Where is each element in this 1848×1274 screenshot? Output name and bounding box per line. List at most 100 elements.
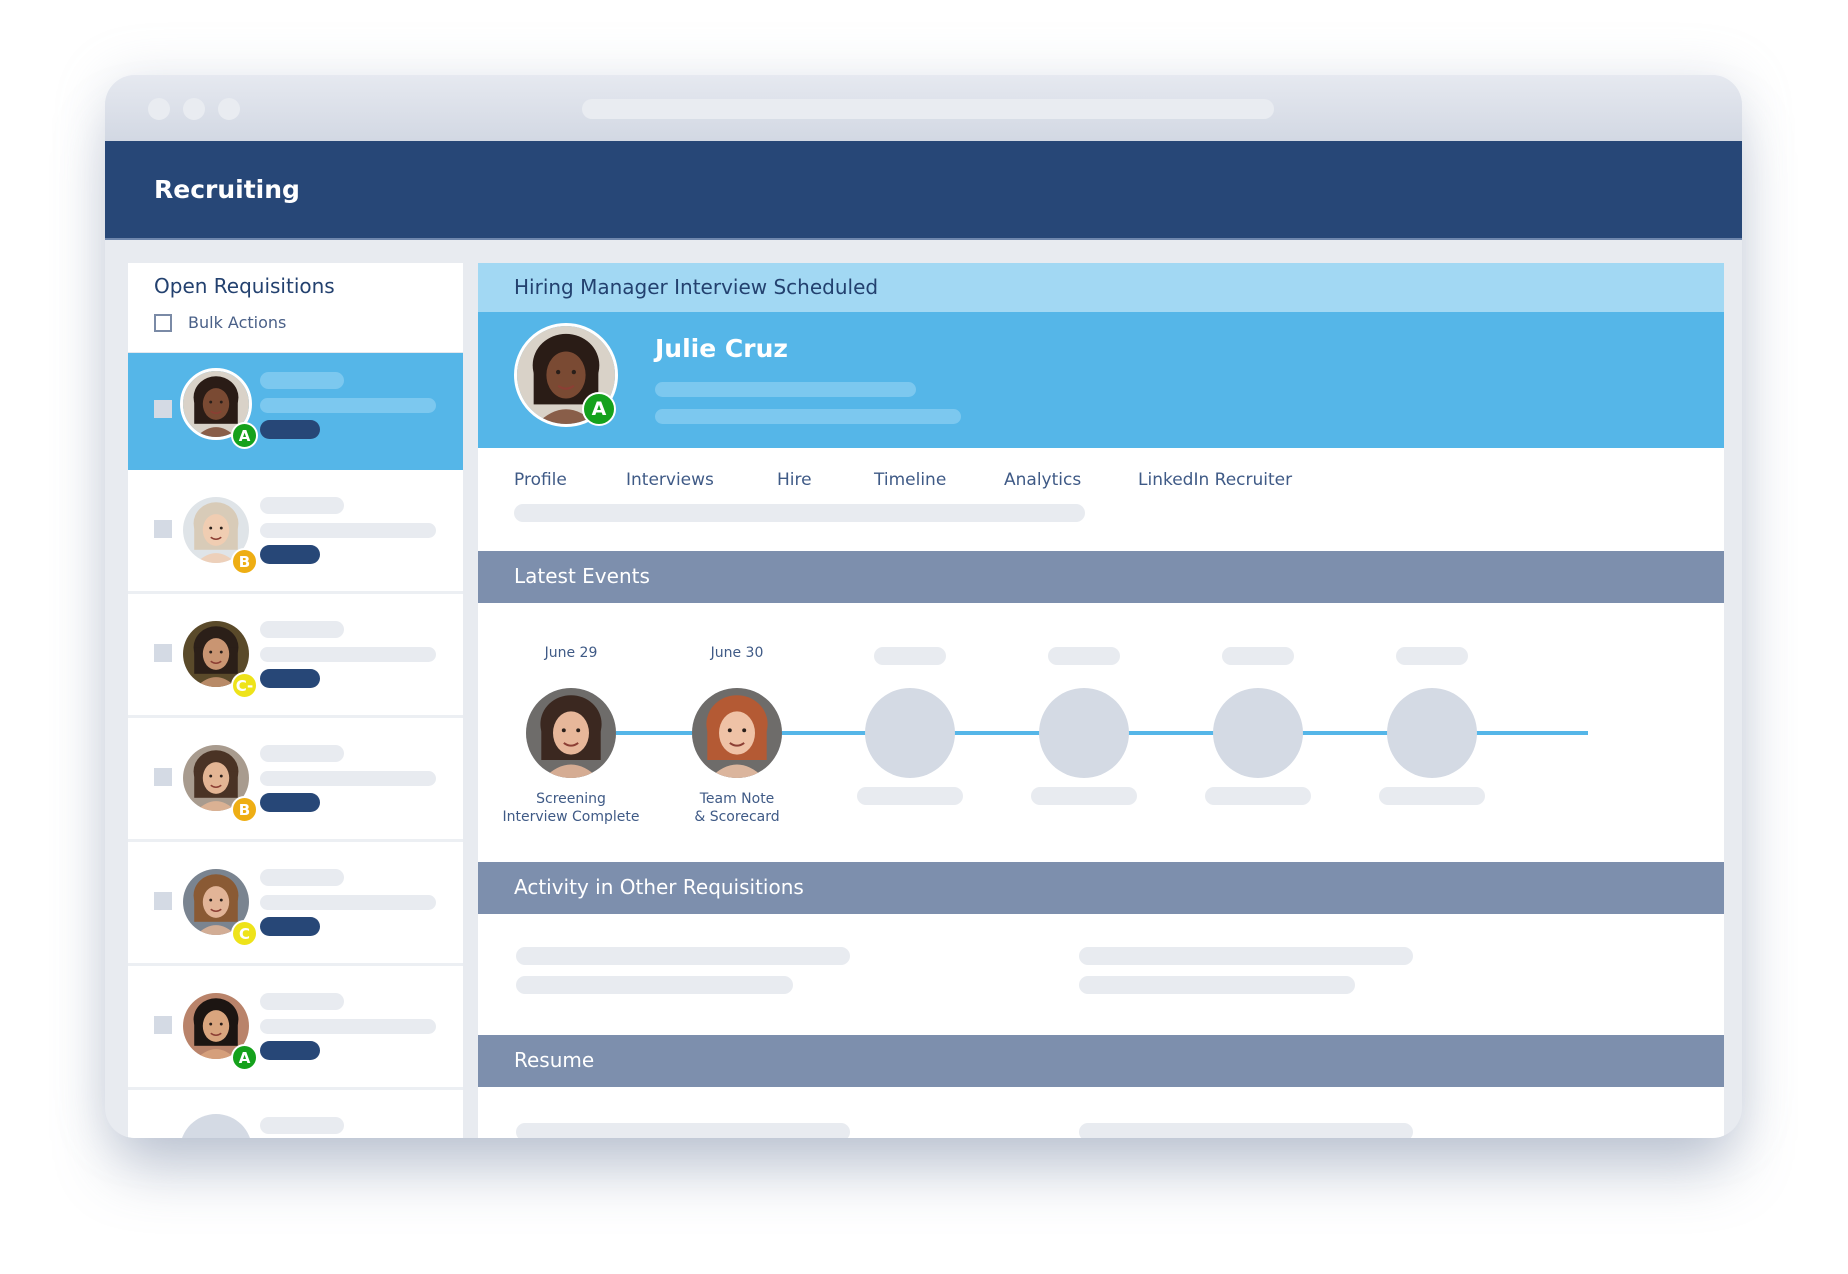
event-label-line: Team Note bbox=[699, 791, 775, 807]
bulk-actions-toggle[interactable]: Bulk Actions bbox=[154, 313, 286, 332]
candidate-detail-placeholder bbox=[655, 409, 961, 424]
candidate-checkbox[interactable] bbox=[154, 892, 172, 910]
tab-linkedin-recruiter[interactable]: LinkedIn Recruiter bbox=[1138, 470, 1292, 490]
text-placeholder bbox=[260, 398, 436, 413]
window-close-dot[interactable] bbox=[148, 98, 170, 120]
candidate-checkbox[interactable] bbox=[154, 768, 172, 786]
browser-chrome bbox=[105, 75, 1742, 141]
date-placeholder bbox=[1048, 647, 1120, 665]
resume-content bbox=[478, 1087, 1724, 1138]
bulk-actions-label: Bulk Actions bbox=[188, 313, 287, 332]
candidate-hero: A Julie Cruz bbox=[478, 312, 1724, 448]
text-placeholder bbox=[260, 621, 344, 638]
activity-placeholder bbox=[516, 976, 793, 994]
candidate-detail-placeholder bbox=[655, 382, 916, 397]
event-date: June 30 bbox=[710, 645, 764, 661]
event-avatar bbox=[526, 688, 616, 778]
app-title: Recruiting bbox=[154, 175, 300, 204]
grade-badge: A bbox=[231, 422, 258, 449]
status-pill-placeholder bbox=[260, 669, 320, 688]
status-banner: Hiring Manager Interview Scheduled bbox=[478, 263, 1724, 312]
text-placeholder bbox=[260, 993, 344, 1010]
status-pill-placeholder bbox=[260, 545, 320, 564]
event-label-line: Screening bbox=[536, 791, 606, 807]
text-placeholder bbox=[260, 745, 344, 762]
candidate-detail-panel: Hiring Manager Interview Scheduled A Jul… bbox=[478, 263, 1724, 1138]
status-text: Hiring Manager Interview Scheduled bbox=[514, 275, 879, 299]
date-placeholder bbox=[1396, 647, 1468, 665]
event-avatar-placeholder bbox=[1387, 688, 1477, 778]
activity-header: Activity in Other Requisitions bbox=[478, 862, 1724, 914]
status-pill-placeholder bbox=[260, 420, 320, 439]
event-avatar-placeholder bbox=[1213, 688, 1303, 778]
section-title: Activity in Other Requisitions bbox=[514, 875, 804, 899]
text-placeholder bbox=[260, 895, 436, 910]
candidate-tabs: Profile Interviews Hire Timeline Analyti… bbox=[478, 448, 1724, 551]
tab-analytics[interactable]: Analytics bbox=[1004, 470, 1081, 490]
tab-content-placeholder bbox=[514, 504, 1085, 522]
label-placeholder bbox=[1031, 787, 1137, 805]
grade-badge: B bbox=[231, 548, 258, 575]
grade-badge: A bbox=[231, 1044, 258, 1071]
activity-content bbox=[478, 914, 1724, 1035]
candidate-checkbox[interactable] bbox=[154, 644, 172, 662]
candidate-list-item[interactable]: A bbox=[128, 353, 463, 470]
candidate-list-item[interactable]: B bbox=[128, 718, 463, 842]
resume-placeholder bbox=[1079, 1123, 1413, 1138]
resume-header: Resume bbox=[478, 1035, 1724, 1087]
event-avatar-placeholder bbox=[865, 688, 955, 778]
text-placeholder bbox=[260, 497, 344, 514]
candidate-list-item[interactable]: C- bbox=[128, 594, 463, 718]
candidate-list: A B C- B C A bbox=[128, 353, 463, 1090]
event-label-line: Interview Complete bbox=[502, 809, 640, 825]
activity-placeholder bbox=[1079, 947, 1413, 965]
events-timeline: June 29 Screening Interview Complete June 3… bbox=[478, 603, 1724, 862]
status-pill-placeholder bbox=[260, 793, 320, 812]
tab-hire[interactable]: Hire bbox=[777, 470, 812, 490]
text-placeholder bbox=[260, 372, 344, 389]
text-placeholder bbox=[260, 647, 436, 662]
sidebar-heading: Open Requisitions bbox=[154, 274, 335, 298]
grade-badge: C- bbox=[231, 672, 258, 699]
event-avatar-placeholder bbox=[1039, 688, 1129, 778]
event-label: Team Note & Scorecard bbox=[637, 790, 837, 826]
latest-events-header: Latest Events bbox=[478, 551, 1724, 603]
requisitions-sidebar: Open Requisitions Bulk Actions A B C- B C A bbox=[128, 263, 463, 1138]
resume-placeholder bbox=[516, 1123, 850, 1138]
candidate-checkbox[interactable] bbox=[154, 520, 172, 538]
app-header: Recruiting bbox=[105, 141, 1742, 240]
text-placeholder bbox=[260, 869, 344, 886]
grade-badge: A bbox=[582, 392, 616, 426]
date-placeholder bbox=[874, 647, 946, 665]
candidate-list-item[interactable]: C bbox=[128, 842, 463, 966]
label-placeholder bbox=[857, 787, 963, 805]
sidebar-header: Open Requisitions Bulk Actions bbox=[128, 263, 463, 353]
label-placeholder bbox=[1379, 787, 1485, 805]
bulk-actions-checkbox[interactable] bbox=[154, 313, 172, 332]
grade-badge: B bbox=[231, 796, 258, 823]
candidate-list-item[interactable]: A bbox=[128, 966, 463, 1090]
browser-window: Recruiting Open Requisitions Bulk Action… bbox=[105, 75, 1742, 1138]
window-maximize-dot[interactable] bbox=[218, 98, 240, 120]
text-placeholder bbox=[260, 1117, 344, 1134]
tab-interviews[interactable]: Interviews bbox=[626, 470, 714, 490]
event-label-line: & Scorecard bbox=[694, 809, 780, 825]
date-placeholder bbox=[1222, 647, 1294, 665]
candidate-checkbox[interactable] bbox=[154, 400, 172, 418]
candidate-checkbox[interactable] bbox=[154, 1016, 172, 1034]
address-bar[interactable] bbox=[582, 99, 1274, 119]
window-minimize-dot[interactable] bbox=[183, 98, 205, 120]
candidate-list-item-placeholder[interactable] bbox=[128, 1090, 463, 1138]
candidate-list-item[interactable]: B bbox=[128, 470, 463, 594]
text-placeholder bbox=[260, 771, 436, 786]
avatar-placeholder bbox=[180, 1114, 252, 1138]
tab-timeline[interactable]: Timeline bbox=[874, 470, 946, 490]
status-pill-placeholder bbox=[260, 917, 320, 936]
tab-profile[interactable]: Profile bbox=[514, 470, 567, 490]
section-title: Resume bbox=[514, 1048, 595, 1072]
event-avatar bbox=[692, 688, 782, 778]
grade-badge: C bbox=[231, 920, 258, 947]
activity-placeholder bbox=[1079, 976, 1355, 994]
label-placeholder bbox=[1205, 787, 1311, 805]
section-title: Latest Events bbox=[514, 564, 650, 588]
